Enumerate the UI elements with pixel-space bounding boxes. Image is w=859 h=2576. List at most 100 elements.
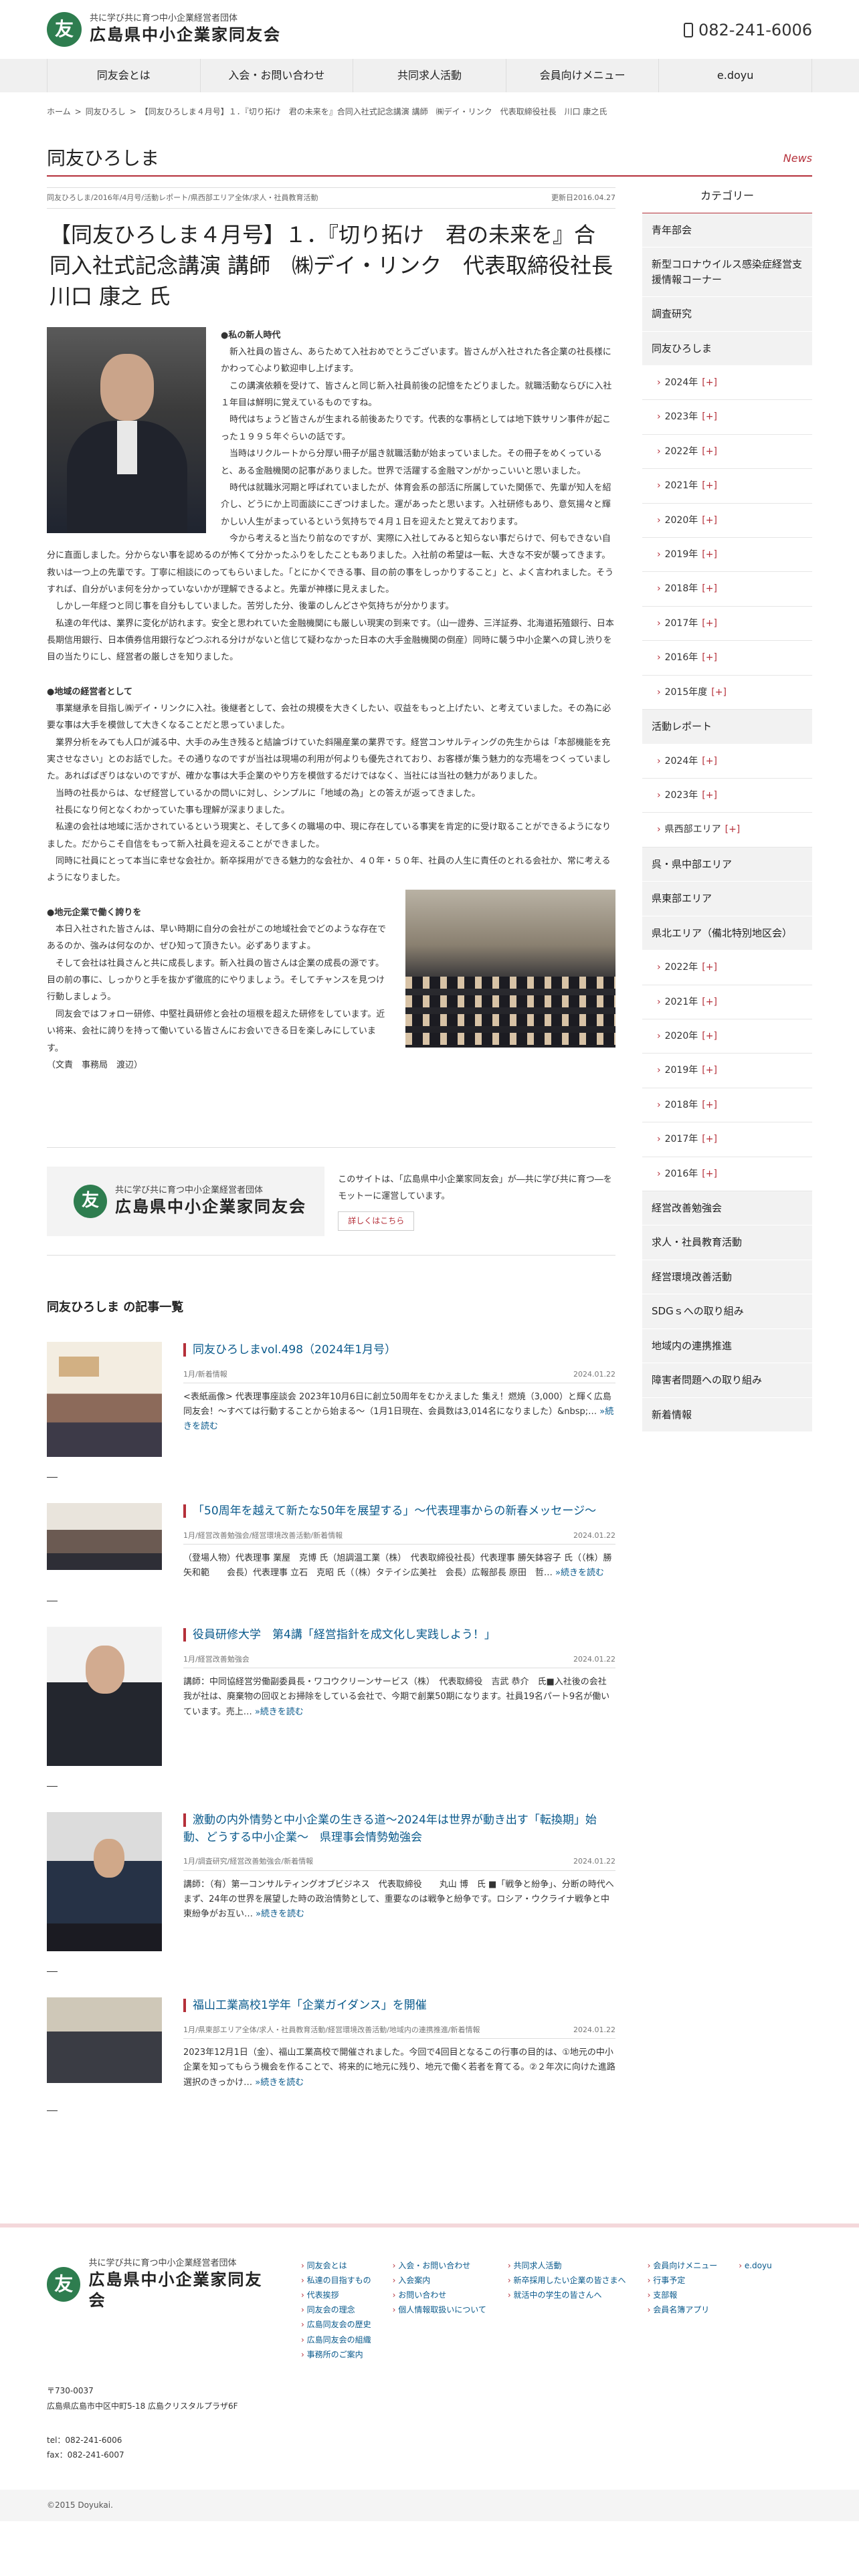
expand-icon[interactable]: [+]: [702, 377, 717, 388]
footer-link[interactable]: 同友会とは: [301, 2258, 371, 2273]
footer-link[interactable]: 新卒採用したい企業の皆さまへ: [508, 2273, 626, 2288]
list-item-categories[interactable]: 1月/調査研究/経営改善勉強会/新着情報: [183, 1856, 313, 1868]
read-more-link[interactable]: »続きを読む: [255, 2078, 304, 2088]
sidebar-category-item[interactable]: 県東部エリア: [642, 882, 812, 916]
sidebar-category-item[interactable]: 活動レポート: [642, 710, 812, 745]
expand-icon[interactable]: [+]: [702, 446, 717, 457]
expand-icon[interactable]: [+]: [702, 1100, 717, 1110]
sidebar-subcategory-item[interactable]: › 2021年 [+]: [642, 469, 812, 504]
sidebar-category-item[interactable]: 経営環境改善活動: [642, 1260, 812, 1295]
header-phone[interactable]: 082-241-6006: [683, 17, 812, 43]
nav-item-edoyu[interactable]: e.doyu: [658, 59, 812, 92]
sidebar-subcategory-item[interactable]: › 2024年 [+]: [642, 366, 812, 401]
sidebar-category-item[interactable]: 障害者問題への取り組み: [642, 1363, 812, 1398]
list-item-title[interactable]: 「50周年を越えて新たな50年を展望する」～代表理事からの新春メッセージ～: [183, 1504, 597, 1518]
sidebar-subcategory-item[interactable]: › 2017年 [+]: [642, 1122, 812, 1157]
list-item-title[interactable]: 役員研修大学 第4講「経営指針を成文化し実践しよう！」: [183, 1628, 496, 1642]
sidebar-subcategory-item[interactable]: › 2023年 [+]: [642, 400, 812, 435]
sidebar-subcategory-item[interactable]: › 2016年 [+]: [642, 641, 812, 676]
footer-link[interactable]: 代表挨拶: [301, 2288, 371, 2302]
footer-link[interactable]: 広島同友会の歴史: [301, 2317, 371, 2332]
breadcrumb-category[interactable]: 同友ひろし: [86, 106, 126, 118]
list-item-title[interactable]: 激動の内外情勢と中小企業の生きる道～2024年は世界が動き出す「転換期」始動、ど…: [183, 1813, 597, 1844]
sidebar-category-item[interactable]: 地域内の連携推進: [642, 1328, 812, 1364]
sidebar-subcategory-item[interactable]: › 2022年 [+]: [642, 434, 812, 470]
expand-icon[interactable]: [+]: [702, 1134, 717, 1145]
expand-icon[interactable]: [+]: [711, 687, 727, 698]
sidebar-category-item[interactable]: 新型コロナウイルス感染症経営支援情報コーナー: [642, 247, 812, 298]
thumbnail-lecture-photo[interactable]: [47, 1812, 162, 1952]
list-item-categories[interactable]: 1月/経営改善勉強会/経営環境改善活動/新着情報: [183, 1530, 343, 1542]
thumbnail-school-photo[interactable]: [47, 1997, 162, 2084]
expand-icon[interactable]: [+]: [702, 756, 717, 767]
read-more-link[interactable]: »続きを読む: [255, 1707, 304, 1717]
expand-icon[interactable]: [+]: [702, 480, 717, 491]
thumbnail-magazine-cover[interactable]: [47, 1342, 162, 1457]
sidebar-category-item[interactable]: 調査研究: [642, 297, 812, 332]
footer-link[interactable]: e.doyu: [739, 2258, 772, 2273]
footer-link[interactable]: 広島同友会の組織: [301, 2333, 371, 2347]
nav-item-about[interactable]: 同友会とは: [47, 59, 200, 92]
footer-link[interactable]: 会員向けメニュー: [648, 2258, 717, 2273]
sidebar-subcategory-item[interactable]: › 2023年 [+]: [642, 778, 812, 813]
sidebar-subcategory-item[interactable]: › 2018年 [+]: [642, 1088, 812, 1123]
sidebar-subcategory-item[interactable]: › 2019年 [+]: [642, 538, 812, 573]
footer-link[interactable]: お問い合わせ: [393, 2288, 486, 2302]
footer-link[interactable]: 同友会の理念: [301, 2302, 371, 2317]
sidebar-subcategory-item[interactable]: › 2020年 [+]: [642, 503, 812, 538]
expand-icon[interactable]: [+]: [702, 1169, 717, 1179]
article-categories[interactable]: 同友ひろしま/2016年/4月号/活動レポート/県西部エリア全体/求人・社員教育…: [47, 192, 318, 204]
sidebar-subcategory-item[interactable]: › 2024年 [+]: [642, 744, 812, 779]
list-item-categories[interactable]: 1月/県東部エリア全体/求人・社員教育活動/経営環境改善活動/地域内の連携推進/…: [183, 2024, 480, 2036]
expand-icon[interactable]: [+]: [702, 1031, 717, 1042]
sidebar-subcategory-item[interactable]: › 2019年 [+]: [642, 1054, 812, 1088]
expand-icon[interactable]: [+]: [702, 515, 717, 526]
expand-icon[interactable]: [+]: [702, 583, 717, 594]
expand-icon[interactable]: [+]: [702, 997, 717, 1007]
list-item-categories[interactable]: 1月/新着情報: [183, 1369, 227, 1381]
expand-icon[interactable]: [+]: [725, 824, 741, 835]
sidebar-category-item[interactable]: 経営改善勉強会: [642, 1191, 812, 1226]
expand-icon[interactable]: [+]: [702, 652, 717, 663]
sidebar-category-item[interactable]: 呉・県中部エリア: [642, 847, 812, 882]
site-logo[interactable]: 友 共に学び共に育つ中小企業経営者団体 広島県中小企業家同友会: [47, 12, 281, 47]
sidebar-category-item[interactable]: 新着情報: [642, 1397, 812, 1433]
sidebar-subcategory-item[interactable]: › 2018年 [+]: [642, 572, 812, 607]
footer-link[interactable]: 行事予定: [648, 2273, 718, 2288]
footer-link[interactable]: 支部報: [648, 2288, 718, 2302]
footer-link[interactable]: 個人情報取扱いについて: [393, 2302, 486, 2317]
nav-item-recruit[interactable]: 共同求人活動: [353, 59, 506, 92]
sidebar-subcategory-item[interactable]: › 2021年 [+]: [642, 985, 812, 1019]
footer-link[interactable]: 入会案内: [393, 2273, 486, 2288]
sidebar-category-item[interactable]: SDGｓへの取り組み: [642, 1294, 812, 1329]
thumbnail-leaders-photo[interactable]: [47, 1503, 162, 1570]
nav-item-join[interactable]: 入会・お問い合わせ: [199, 59, 353, 92]
sidebar-subcategory-item[interactable]: › 県西部エリア [+]: [642, 813, 812, 848]
footer-link[interactable]: 事務所のご案内: [301, 2347, 371, 2362]
sidebar-category-item[interactable]: 県北エリア（備北特別地区会）: [642, 916, 812, 951]
expand-icon[interactable]: [+]: [702, 1065, 717, 1076]
expand-icon[interactable]: [+]: [702, 411, 717, 422]
footer-link[interactable]: 私達の目指すもの: [301, 2273, 371, 2288]
expand-icon[interactable]: [+]: [702, 962, 717, 973]
nav-item-members[interactable]: 会員向けメニュー: [505, 59, 659, 92]
sidebar-subcategory-item[interactable]: › 2022年 [+]: [642, 951, 812, 985]
thumbnail-speaker-photo[interactable]: [47, 1627, 162, 1767]
read-more-link[interactable]: »続きを読む: [256, 1909, 304, 1919]
footer-link[interactable]: 入会・お問い合わせ: [393, 2258, 486, 2273]
sidebar-subcategory-item[interactable]: › 2020年 [+]: [642, 1019, 812, 1054]
footer-link[interactable]: 会員名簿アプリ: [648, 2302, 718, 2317]
list-item-title[interactable]: 福山工業高校1学年「企業ガイダンス」を開催: [183, 1999, 427, 2013]
list-item-title[interactable]: 同友ひろしまvol.498（2024年1月号）: [183, 1343, 397, 1357]
sidebar-subcategory-item[interactable]: › 2016年 [+]: [642, 1157, 812, 1191]
breadcrumb-home[interactable]: ホーム: [47, 106, 71, 118]
expand-icon[interactable]: [+]: [702, 618, 717, 629]
footer-link[interactable]: 共同求人活動: [508, 2258, 626, 2273]
footer-logo[interactable]: 友 共に学び共に育つ中小企業経営者団体 広島県中小企業家同友会: [47, 2258, 274, 2311]
footer-link[interactable]: 就活中の学生の皆さんへ: [508, 2288, 626, 2302]
expand-icon[interactable]: [+]: [702, 790, 717, 801]
read-more-link[interactable]: »続きを読む: [555, 1568, 604, 1578]
about-more-button[interactable]: 詳しくはこちら: [338, 1211, 415, 1231]
sidebar-subcategory-item[interactable]: › 2015年度 [+]: [642, 675, 812, 710]
sidebar-category-item[interactable]: 青年部会: [642, 213, 812, 248]
